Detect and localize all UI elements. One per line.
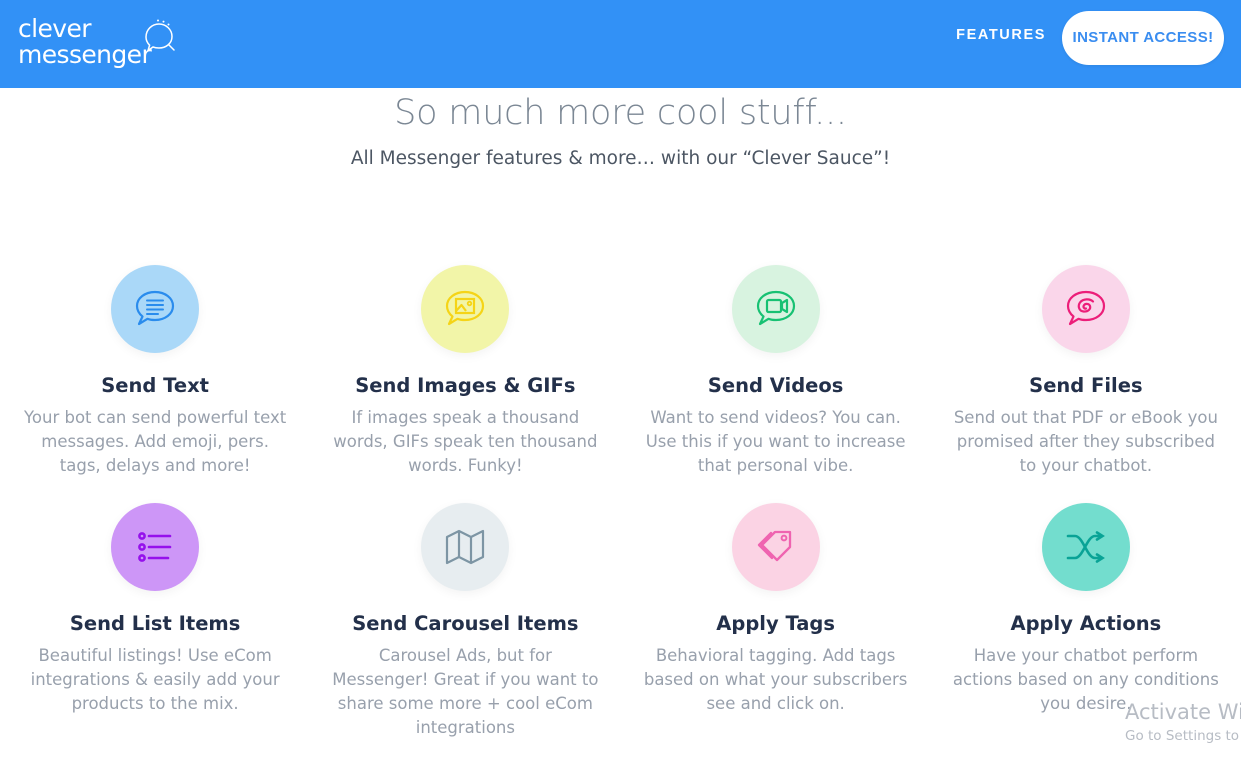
feature-description: Have your chatbot perform actions based … (952, 646, 1219, 713)
feature-card-apply-actions[interactable]: Apply Actions Have your chatbot perform … (931, 478, 1241, 740)
shuffle-arrows-icon (1066, 531, 1105, 563)
feature-title: Send Images & GIFs (355, 374, 576, 397)
feature-icon-circle (421, 503, 510, 591)
feature-icon-circle (111, 265, 200, 353)
features-row-2: Send List Items Beautiful listings! Use … (0, 478, 1241, 740)
chat-bubble-attachment-icon (1066, 290, 1105, 326)
bullet-list-icon (138, 532, 172, 562)
features-row-1: Send Text Your bot can send powerful tex… (0, 240, 1241, 478)
feature-description: If images speak a thousand words, GIFs s… (333, 408, 598, 475)
feature-description: Want to send videos? You can. Use this i… (645, 408, 906, 475)
feature-description: Behavioral tagging. Add tags based on wh… (643, 646, 908, 713)
nav-item-features[interactable]: FEATURES (956, 27, 1046, 43)
feature-card-send-list-items[interactable]: Send List Items Beautiful listings! Use … (0, 478, 310, 740)
feature-description: Your bot can send powerful text messages… (24, 408, 287, 475)
feature-icon-circle (111, 503, 200, 591)
features-grid: Send Text Your bot can send powerful tex… (0, 240, 1241, 740)
feature-card-send-images-gifs[interactable]: Send Images & GIFs If images speak a tho… (310, 240, 620, 478)
site-header: clever messenger FEATURES INSTANT ACCESS… (0, 0, 1241, 88)
feature-icon-circle (1041, 503, 1130, 591)
feature-card-send-files[interactable]: Send Files Send out that PDF or eBook yo… (931, 240, 1241, 478)
section-header: So much more cool stuff... All Messenger… (0, 88, 1241, 169)
page-root: GRAB YOUR FREE TRAINING NOW → Or see Dem… (0, 0, 1241, 769)
feature-title: Send Text (101, 374, 209, 397)
feature-title: Send List Items (69, 612, 241, 635)
feature-title: Apply Actions (1010, 612, 1162, 635)
feature-description: Carousel Ads, but for Messenger! Great i… (332, 646, 599, 737)
folded-map-icon (446, 529, 485, 565)
feature-card-apply-tags[interactable]: Apply Tags Behavioral tagging. Add tags … (621, 478, 931, 740)
section-subtitle: All Messenger features & more… with our … (350, 148, 891, 169)
feature-card-send-videos[interactable]: Send Videos Want to send videos? You can… (621, 240, 931, 478)
chat-bubble-lines-icon (136, 290, 175, 326)
feature-title: Send Videos (707, 374, 844, 397)
feature-icon-circle (731, 503, 820, 591)
feature-title: Apply Tags (716, 612, 835, 635)
feature-description: Beautiful listings! Use eCom integration… (30, 646, 280, 713)
section-title: So much more cool stuff... (394, 93, 847, 133)
double-tag-icon (757, 530, 791, 562)
speech-bubble-icon (145, 19, 175, 53)
logo[interactable]: clever messenger (18, 16, 188, 72)
chat-bubble-image-icon (446, 290, 485, 326)
feature-description: Send out that PDF or eBook you promised … (953, 408, 1218, 475)
feature-icon-circle (1041, 265, 1130, 353)
feature-card-send-carousel-items[interactable]: Send Carousel Items Carousel Ads, but fo… (310, 478, 620, 740)
feature-title: Send Files (1029, 374, 1143, 397)
feature-title: Send Carousel Items (352, 612, 579, 635)
feature-card-send-text[interactable]: Send Text Your bot can send powerful tex… (0, 240, 310, 478)
feature-icon-circle (731, 265, 820, 353)
chat-bubble-video-icon (756, 290, 795, 326)
instant-access-button[interactable]: INSTANT ACCESS! (1062, 11, 1224, 65)
feature-icon-circle (421, 265, 510, 353)
